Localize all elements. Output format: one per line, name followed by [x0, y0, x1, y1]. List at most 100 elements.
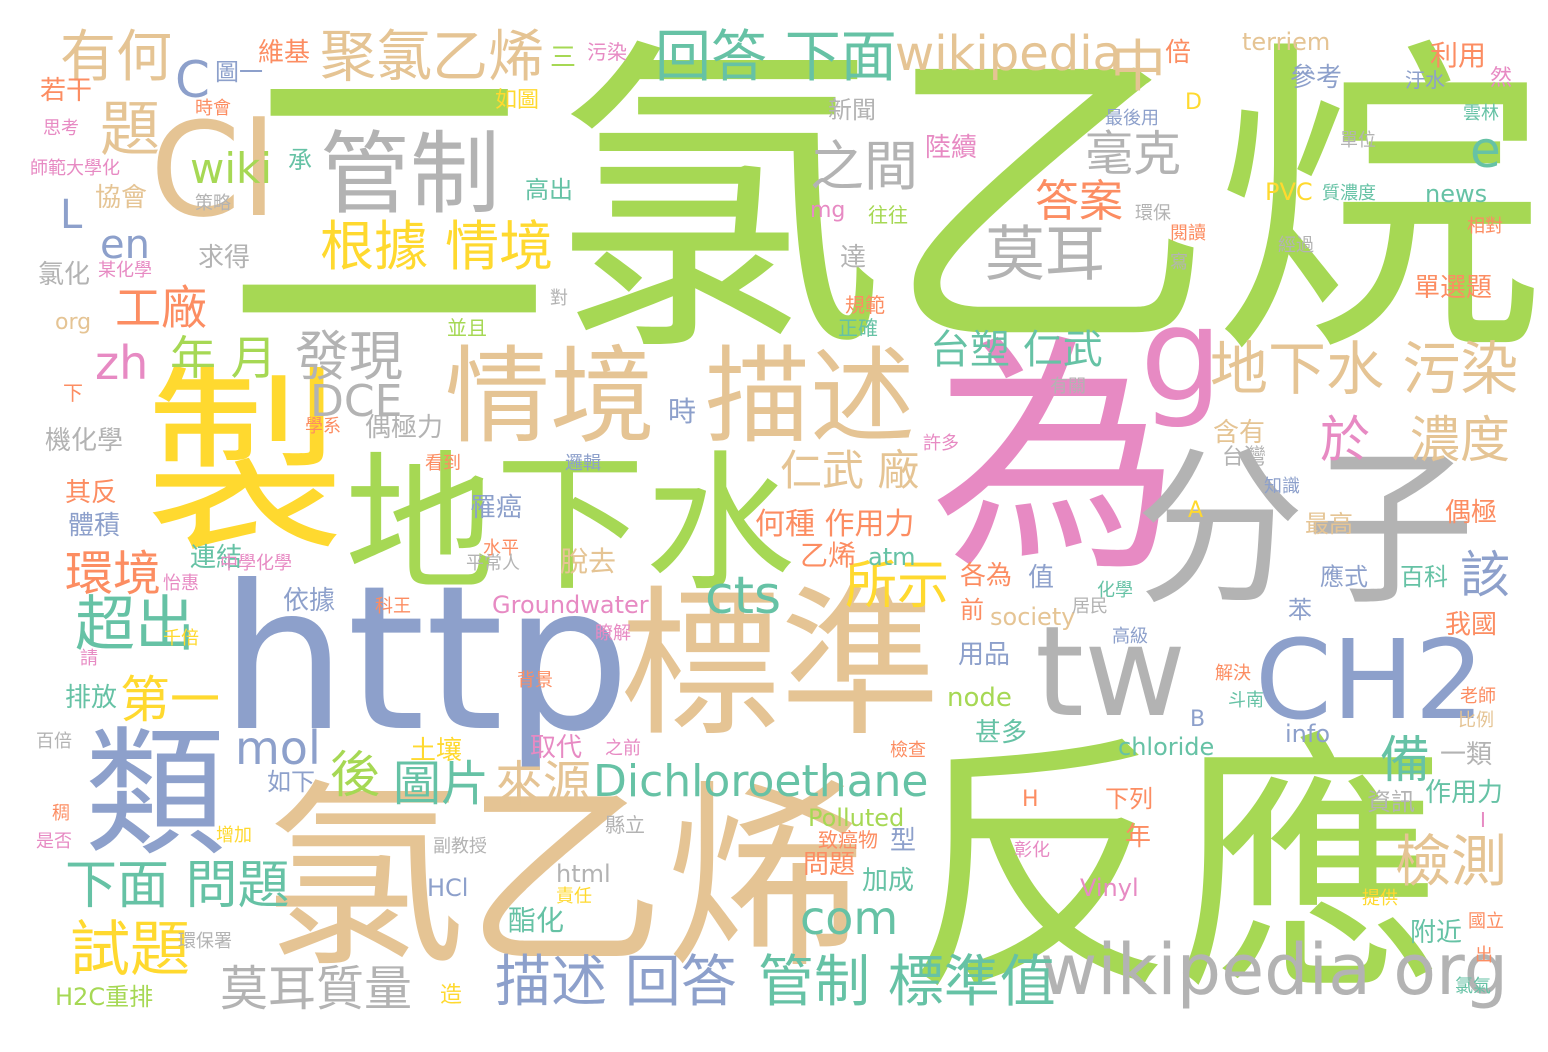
- word-cloud-term: en: [100, 222, 150, 268]
- word-cloud-term: HCl: [427, 874, 469, 902]
- word-cloud-term: 檢測: [1395, 830, 1507, 895]
- word-cloud-term: 利用: [1430, 39, 1487, 72]
- word-cloud-term: 陸續: [925, 133, 978, 163]
- word-cloud-term: 知識: [1264, 476, 1300, 497]
- word-cloud-term: 氯化: [38, 260, 91, 290]
- word-cloud-term: 脫去: [560, 545, 617, 578]
- word-cloud-term: 類: [85, 713, 226, 876]
- word-cloud-term: 如下: [267, 768, 315, 796]
- word-cloud-term: wikipedia: [895, 26, 1122, 82]
- word-cloud-term: 後: [330, 746, 380, 804]
- word-cloud-term: 檢查: [890, 740, 926, 761]
- word-cloud-term: 斗南: [1228, 690, 1264, 711]
- word-cloud-term: 某化學: [98, 260, 152, 281]
- word-cloud-term: 值: [1028, 563, 1055, 593]
- word-cloud-term: 仁武 廠: [780, 446, 920, 495]
- word-cloud-term: 加成: [862, 866, 915, 896]
- word-cloud-term: 雲林: [1463, 103, 1499, 124]
- word-cloud-term: 土壤: [410, 736, 463, 766]
- word-cloud-term: 科王: [375, 596, 411, 617]
- word-cloud-term: 解決: [1215, 663, 1251, 684]
- word-cloud-term: 污染: [587, 40, 627, 64]
- word-cloud-term: 描述 回答: [495, 950, 737, 1015]
- word-cloud-term: 往往: [868, 203, 908, 227]
- word-cloud-term: 莫耳質量: [220, 961, 413, 1017]
- word-cloud-term: 管制: [320, 122, 500, 227]
- word-cloud-term: 時會: [195, 98, 231, 119]
- word-cloud-term: 百倍: [36, 731, 72, 752]
- word-cloud-term: 倍: [1165, 38, 1192, 68]
- word-cloud-term: 縣立: [605, 813, 645, 837]
- word-cloud-term: 取代: [530, 733, 583, 763]
- word-cloud-term: 題: [100, 95, 160, 165]
- word-cloud-term: 化學: [1097, 580, 1133, 601]
- word-cloud-term: 莫耳: [985, 220, 1105, 290]
- word-cloud-term: 平常人: [466, 553, 520, 574]
- word-cloud-term: I: [1480, 808, 1486, 832]
- word-cloud-term: Vinyl: [1080, 874, 1139, 902]
- word-cloud-term: L: [60, 192, 83, 238]
- word-cloud-term: 地下水 污染: [1210, 335, 1519, 403]
- word-cloud-term: 體積: [68, 511, 121, 541]
- word-cloud-term: 策略: [195, 193, 231, 214]
- word-cloud-term: 副教授: [433, 836, 487, 857]
- word-cloud-term: 並且: [447, 316, 487, 340]
- word-cloud-term: 圖片: [393, 756, 490, 812]
- word-cloud-term: 時: [668, 395, 697, 428]
- word-cloud-term: chloride: [1118, 733, 1215, 761]
- word-cloud-term: B: [1190, 707, 1206, 732]
- word-cloud-term: 三: [550, 43, 577, 73]
- word-cloud-term: 比例: [1458, 710, 1494, 731]
- word-cloud-term: 怡惠: [163, 573, 199, 594]
- word-cloud-term: 回答 下面: [655, 25, 897, 90]
- word-cloud-term: 如圖: [495, 88, 540, 113]
- word-cloud-term: 年 月: [170, 331, 277, 385]
- word-cloud-term: cts: [705, 566, 782, 626]
- word-cloud-term: 最後用: [1105, 108, 1159, 129]
- word-cloud-term: 瞭解: [595, 623, 631, 644]
- word-cloud-term: 甚多: [975, 718, 1028, 748]
- word-cloud-term: 資訊: [1367, 788, 1415, 816]
- word-cloud-term: 單位: [1340, 130, 1376, 151]
- word-cloud-term: CH2: [1255, 616, 1485, 744]
- word-cloud-term: 毫克: [1085, 126, 1182, 182]
- word-cloud-term: Dichloroethane: [593, 756, 929, 807]
- word-cloud-term: 圖一: [215, 58, 263, 86]
- word-cloud-term: 其反: [65, 478, 118, 508]
- word-cloud-term: 達: [840, 243, 867, 273]
- word-cloud-term: zh: [95, 336, 149, 390]
- word-cloud-term: 工廠: [115, 281, 207, 335]
- word-cloud-term: 之間: [810, 135, 918, 198]
- word-cloud-term: 台塑 仁武: [930, 327, 1103, 373]
- word-cloud-term: 來源: [495, 756, 592, 812]
- word-cloud-term: node: [947, 683, 1012, 713]
- word-cloud-term: 承: [288, 146, 312, 174]
- word-cloud-term: 下: [63, 381, 83, 405]
- word-cloud-term: 請: [80, 648, 98, 669]
- word-cloud-term: 情境: [445, 336, 656, 458]
- word-cloud-term: 應式: [1320, 563, 1368, 591]
- word-cloud-term: 國立: [1468, 911, 1504, 932]
- word-cloud-term: 台灣: [1222, 445, 1267, 470]
- word-cloud-term: 用品: [958, 640, 1011, 670]
- word-cloud-term: 背景: [517, 670, 553, 691]
- word-cloud-term: 乙烯: [800, 539, 857, 572]
- word-cloud-term: atm: [868, 543, 916, 571]
- word-cloud-term: 參考: [1290, 63, 1343, 93]
- word-cloud-term: 含有: [1213, 418, 1266, 448]
- word-cloud-term: 附近: [1410, 918, 1463, 948]
- word-cloud-term: 該: [1460, 546, 1510, 604]
- word-cloud-term: 氯氣: [1455, 976, 1491, 997]
- word-cloud-term: 千倍: [163, 628, 199, 649]
- word-cloud-term: 新聞: [828, 96, 876, 124]
- word-cloud-term: 求得: [198, 243, 251, 273]
- word-cloud-term: 正確: [838, 316, 878, 340]
- word-cloud-term: 試題: [70, 915, 190, 985]
- word-cloud-term: 下列: [1105, 785, 1153, 813]
- word-cloud-term: 答案: [1035, 176, 1123, 227]
- word-cloud-term: 年: [1125, 822, 1152, 852]
- word-cloud-term: 根據 情境: [320, 215, 554, 278]
- word-cloud-term: 寫: [1170, 252, 1188, 273]
- word-cloud-term: 造: [440, 983, 463, 1008]
- word-cloud-term: html: [556, 860, 611, 888]
